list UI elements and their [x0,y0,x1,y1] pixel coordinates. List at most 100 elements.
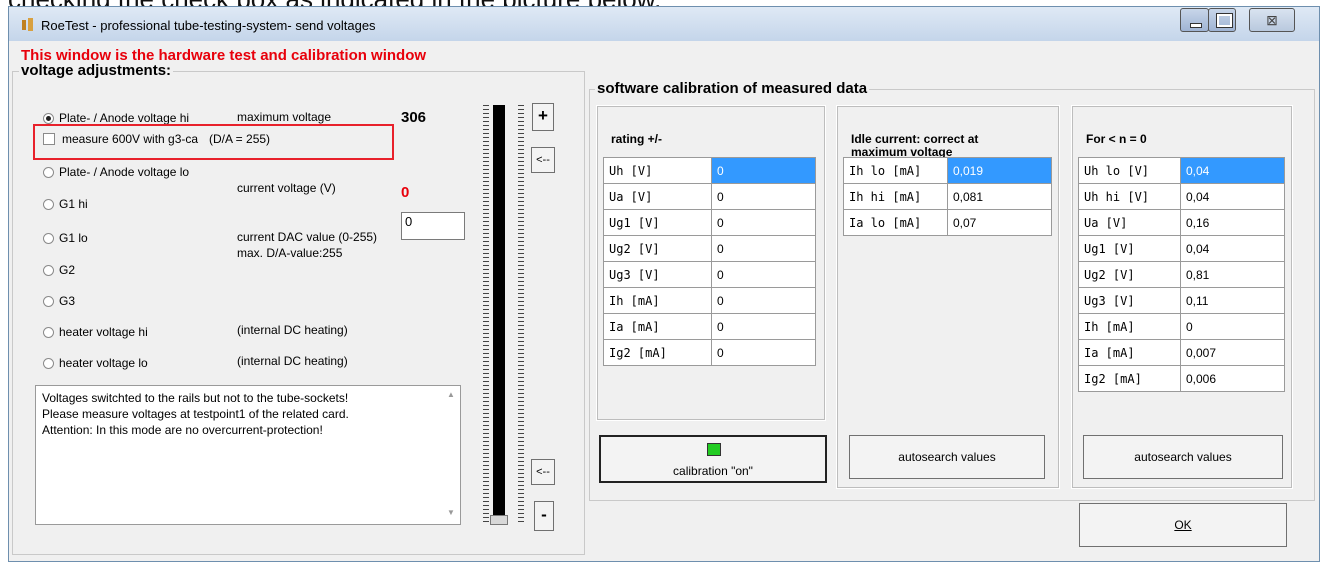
scroll-up-icon: ▲ [447,390,455,399]
row-value[interactable]: 0 [711,157,816,184]
maximize-icon [1216,13,1233,28]
row-value[interactable]: 0 [711,209,816,236]
minimize-icon [1190,23,1202,28]
memo-scrollbar[interactable]: ▲ ▼ [443,386,460,524]
title-bar: RoeTest - professional tube-testing-syst… [9,7,1319,41]
row-label: Ug3 [V] [603,261,712,288]
slider-ticks-right [518,105,524,525]
row-label: Ia [mA] [603,313,712,340]
heater-lo-note: (internal DC heating) [237,354,348,368]
voltage-slider[interactable] [490,105,508,525]
row-value[interactable]: 0 [711,313,816,340]
radio-indicator [43,358,54,369]
autosearch-values-button[interactable]: autosearch values [849,435,1045,479]
row-label: Ug2 [V] [1078,261,1181,288]
rating-panel: rating +/- Uh [V] 0 Ua [V] 0 Ug1 [V] 0 Ug2 [V]… [596,105,826,421]
row-label: Ug3 [V] [1078,287,1181,314]
current-voltage-label: current voltage (V) [237,181,336,195]
row-value[interactable]: 0,081 [947,183,1052,210]
table-row: Ih lo [mA] 0,019 [843,157,1052,184]
row-value[interactable]: 0 [711,261,816,288]
row-value[interactable]: 0,007 [1180,339,1285,366]
da-note: (D/A = 255) [209,132,271,146]
radio-label: G2 [59,263,76,277]
row-value[interactable]: 0,11 [1180,287,1285,314]
dac-value-input[interactable]: 0 [401,212,465,240]
calibration-led-icon [707,443,721,456]
dac-value-label: current DAC value (0-255) [237,230,378,244]
ok-button[interactable]: OK [1079,503,1287,547]
row-value[interactable]: 0 [711,235,816,262]
table-row: Ig2 [mA] 0 [603,339,816,366]
radio-indicator [43,113,54,124]
row-value[interactable]: 0,81 [1180,261,1285,288]
minimize-button[interactable] [1180,8,1209,32]
shift-left-top-button[interactable]: <-- [531,147,555,173]
table-row: Ia [mA] 0 [603,313,816,340]
row-value[interactable]: 0,04 [1180,157,1285,184]
maximize-button[interactable] [1208,8,1236,32]
row-label: Ih [mA] [1078,313,1181,340]
table-row: Ua [V] 0 [603,183,816,210]
radio-label: heater voltage lo [59,356,148,370]
row-value[interactable]: 0,019 [947,157,1052,184]
idle-table: Ih lo [mA] 0,019 Ih hi [mA] 0,081 Ia lo [mA]… [843,157,1052,236]
for-n-panel: For < n = 0 Uh lo [V] 0,04 Uh hi [V] 0,04 Ua… [1071,105,1293,489]
autosearch-values-button-2[interactable]: autosearch values [1083,435,1283,479]
table-row: Ua [V] 0,16 [1078,209,1285,236]
table-row: Uh lo [V] 0,04 [1078,157,1285,184]
close-icon: ⊠ [1266,12,1278,28]
table-row: Ih [mA] 0 [1078,313,1285,340]
table-row: Ia lo [mA] 0,07 [843,209,1052,236]
radio-label: Plate- / Anode voltage hi [59,111,190,125]
row-value[interactable]: 0,16 [1180,209,1285,236]
window-title: RoeTest - professional tube-testing-syst… [41,18,376,33]
table-row: Ug3 [V] 0,11 [1078,287,1285,314]
row-value[interactable]: 0,04 [1180,235,1285,262]
info-memo[interactable]: Voltages switchted to the rails but not … [35,385,461,525]
max-da-label: max. D/A-value:255 [237,246,343,260]
maximum-voltage-label: maximum voltage [237,110,332,124]
plus-button[interactable]: + [532,103,554,131]
row-label: Uh lo [V] [1078,157,1181,184]
checkbox-indicator [43,133,55,145]
row-label: Ua [V] [1078,209,1181,236]
radio-label: heater voltage hi [59,325,148,339]
radio-indicator [43,327,54,338]
table-row: Ig2 [mA] 0,006 [1078,365,1285,392]
row-label: Ih hi [mA] [843,183,948,210]
row-label: Ih [mA] [603,287,712,314]
radio-indicator [43,233,54,244]
table-row: Ug2 [V] 0,81 [1078,261,1285,288]
row-label: Ug1 [V] [1078,235,1181,262]
radio-indicator [43,296,54,307]
row-value[interactable]: 0 [711,183,816,210]
shift-left-bottom-button[interactable]: <-- [531,459,555,485]
row-value[interactable]: 0,006 [1180,365,1285,392]
row-label: Ia lo [mA] [843,209,948,236]
table-row: Ug3 [V] 0 [603,261,816,288]
roetest-window: RoeTest - professional tube-testing-syst… [8,6,1320,562]
row-value[interactable]: 0 [711,287,816,314]
minus-button[interactable]: - [534,501,554,531]
table-row: Ug1 [V] 0,04 [1078,235,1285,262]
rating-title: rating +/- [611,132,663,146]
row-value[interactable]: 0,07 [947,209,1052,236]
slider-thumb[interactable] [490,515,508,525]
row-value[interactable]: 0,04 [1180,183,1285,210]
close-button[interactable]: ⊠ [1249,8,1295,32]
memo-text: Voltages switchted to the rails but not … [42,391,349,437]
radio-label: G3 [59,294,76,308]
radio-indicator [43,199,54,210]
current-voltage-value: 0 [401,184,410,201]
scroll-down-icon: ▼ [447,508,455,517]
calibration-on-button[interactable]: calibration "on" [599,435,827,483]
row-value[interactable]: 0 [1180,313,1285,340]
row-value[interactable]: 0 [711,339,816,366]
for-n-table: Uh lo [V] 0,04 Uh hi [V] 0,04 Ua [V] 0,16 Ug1 … [1078,157,1285,392]
radio-label: G1 lo [59,231,88,245]
software-group-title: software calibration of measured data [595,80,870,97]
maximum-voltage-value: 306 [401,109,427,126]
rating-table: Uh [V] 0 Ua [V] 0 Ug1 [V] 0 Ug2 [V] 0 Ug3 [V] 0 Ih… [603,157,816,366]
idle-current-panel: Idle current: correct at maximum voltage… [836,105,1060,489]
